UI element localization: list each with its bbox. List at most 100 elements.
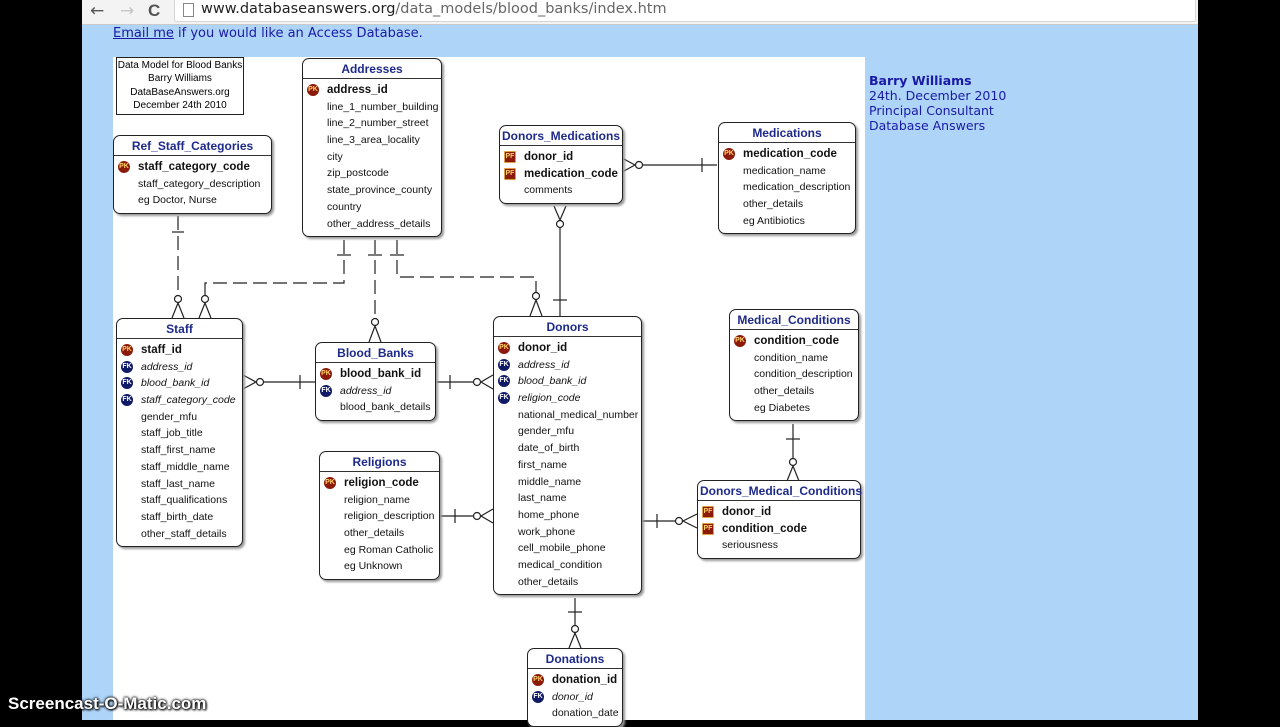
field-name: eg Doctor, Nurse bbox=[138, 194, 217, 207]
entity-field: FK donor_id bbox=[528, 689, 622, 706]
entity-field: FK address_id bbox=[494, 357, 641, 374]
entity-field: PK medication_code bbox=[719, 146, 855, 163]
email-line-text: if you would like an Access Database. bbox=[173, 26, 423, 41]
entity-field: eg Roman Catholic bbox=[320, 542, 439, 559]
field-name: middle_name bbox=[518, 475, 582, 488]
entity-field: PK religion_code bbox=[320, 475, 439, 492]
primary-key-icon: PK bbox=[320, 368, 332, 380]
primary-key-icon: PK bbox=[324, 477, 336, 489]
field-name: gender_mfu bbox=[518, 425, 575, 438]
field-name: donor_id bbox=[552, 690, 593, 703]
forward-button[interactable]: → bbox=[120, 1, 134, 21]
field-name: gender_mfu bbox=[141, 410, 198, 423]
field-name: country bbox=[327, 200, 362, 213]
reload-button[interactable]: C bbox=[148, 1, 160, 21]
entity-field: PF medication_code bbox=[500, 166, 622, 183]
field-name: staff_middle_name bbox=[141, 460, 230, 473]
field-name: seriousness bbox=[722, 539, 779, 552]
entity-field: eg Unknown bbox=[320, 558, 439, 575]
primary-foreign-key-icon: PF bbox=[702, 522, 714, 535]
entity-fields: PK blood_bank_id FK address_id blood_bank_de… bbox=[316, 363, 435, 420]
entity-field: city bbox=[303, 149, 441, 166]
entity-fields: PK condition_code condition_name condition_… bbox=[730, 330, 858, 420]
screencast-watermark: Screencast-O-Matic.com bbox=[8, 694, 207, 713]
entity-addresses[interactable]: Addresses PK address_id line_1_number_build… bbox=[302, 58, 442, 238]
entity-field: blood_bank_details bbox=[316, 399, 435, 416]
note-line: December 24th 2010 bbox=[133, 99, 227, 111]
field-name: condition_code bbox=[722, 522, 807, 535]
field-name: work_phone bbox=[518, 525, 576, 538]
entity-religions[interactable]: Religions PK religion_code religion_name rel… bbox=[319, 451, 440, 581]
field-name: address_id bbox=[141, 360, 193, 373]
email-line: Email me if you would like an Access Dat… bbox=[113, 26, 423, 41]
field-name: address_id bbox=[340, 384, 392, 397]
foreign-key-icon: FK bbox=[121, 360, 133, 373]
foreign-key-icon: FK bbox=[532, 690, 544, 703]
entity-field: PF donor_id bbox=[500, 149, 622, 166]
entity-field: PK donor_id bbox=[494, 340, 641, 357]
entity-title: Religions bbox=[320, 452, 439, 472]
entity-field: cell_mobile_phone bbox=[494, 540, 641, 557]
entity-title: Medical_Conditions bbox=[730, 310, 858, 330]
entity-field: comments bbox=[500, 182, 622, 199]
url-text[interactable]: www.databaseanswers.org/data_models/bloo… bbox=[201, 1, 667, 17]
entity-donors-medical-conditions[interactable]: Donors_Medical_Conditions PF donor_id PF con… bbox=[697, 480, 862, 560]
entity-field: eg Diabetes bbox=[730, 400, 858, 417]
entity-field: medical_condition bbox=[494, 557, 641, 574]
author-info: Barry Williams 24th. December 2010 Princ… bbox=[869, 73, 1006, 133]
field-name: medication_name bbox=[743, 164, 826, 177]
field-name: blood_bank_id bbox=[141, 377, 210, 390]
field-name: city bbox=[327, 150, 343, 163]
field-name: line_3_area_locality bbox=[327, 134, 420, 147]
foreign-key-icon: FK bbox=[121, 394, 133, 407]
entity-field: staff_qualifications bbox=[117, 492, 242, 509]
field-name: other_details bbox=[518, 575, 579, 588]
entity-field: line_1_number_building bbox=[303, 99, 441, 116]
entity-fields: PK staff_id FK address_id FK blood_bank_id FK s… bbox=[117, 339, 242, 546]
address-bar[interactable]: www.databaseanswers.org/data_models/bloo… bbox=[174, 0, 1196, 22]
field-name: religion_description bbox=[344, 510, 435, 523]
field-name: national_medical_number bbox=[518, 408, 639, 421]
field-name: staff_category_description bbox=[138, 177, 261, 190]
entity-title: Donors bbox=[494, 317, 641, 337]
field-name: other_address_details bbox=[327, 217, 431, 230]
entity-field: staff_category_description bbox=[114, 176, 271, 193]
field-name: condition_description bbox=[754, 368, 853, 381]
entity-medications[interactable]: Medications PK medication_code medication_n… bbox=[718, 122, 856, 235]
entity-blood-banks[interactable]: Blood_Banks PK blood_bank_id FK address_id bl… bbox=[315, 342, 436, 422]
entity-donations[interactable]: Donations PK donation_id FK donor_id donation… bbox=[527, 648, 623, 727]
author-date: 24th. December 2010 bbox=[869, 88, 1007, 103]
field-name: address_id bbox=[327, 84, 388, 96]
primary-foreign-key-icon: PF bbox=[702, 506, 714, 518]
entity-ref-staff-categories[interactable]: Ref_Staff_Categories PK staff_category_cod… bbox=[113, 135, 272, 215]
foreign-key-icon: FK bbox=[498, 392, 510, 405]
entity-field: condition_name bbox=[730, 350, 858, 367]
field-name: condition_name bbox=[754, 351, 829, 364]
field-name: staff_qualifications bbox=[141, 494, 228, 507]
entity-field: other_details bbox=[320, 525, 439, 542]
email-me-link[interactable]: Email me bbox=[113, 26, 174, 41]
entity-staff[interactable]: Staff PK staff_id FK address_id FK blood_bank_… bbox=[116, 318, 243, 548]
author-role: Principal Consultant bbox=[869, 103, 994, 118]
field-name: state_province_county bbox=[327, 184, 433, 197]
entity-fields: PK donor_id FK address_id FK blood_bank_id FK r… bbox=[494, 337, 641, 594]
entity-field: FK address_id bbox=[316, 383, 435, 400]
entity-donors-medications[interactable]: Donors_Medications PF donor_id PF medication… bbox=[499, 125, 623, 205]
entity-field: other_staff_details bbox=[117, 526, 242, 543]
field-name: medication_description bbox=[743, 181, 851, 194]
entity-title: Donors_Medical_Conditions bbox=[698, 481, 862, 501]
entity-field: PK blood_bank_id bbox=[316, 366, 435, 383]
entity-medical-conditions[interactable]: Medical_Conditions PK condition_code condit… bbox=[729, 309, 859, 422]
field-name: date_of_birth bbox=[518, 442, 580, 455]
entity-field: eg Antibiotics bbox=[719, 213, 855, 230]
back-button[interactable]: ← bbox=[90, 1, 104, 21]
entity-title: Addresses bbox=[303, 59, 441, 79]
field-name: condition_code bbox=[754, 335, 839, 347]
entity-donors[interactable]: Donors PK donor_id FK address_id FK blood_bank… bbox=[493, 316, 642, 596]
field-name: eg Unknown bbox=[344, 560, 403, 573]
entity-field: gender_mfu bbox=[494, 423, 641, 440]
field-name: blood_bank_details bbox=[340, 401, 431, 414]
entity-title: Blood_Banks bbox=[316, 343, 435, 363]
entity-field: FK blood_bank_id bbox=[117, 375, 242, 392]
field-name: donor_id bbox=[524, 151, 574, 163]
